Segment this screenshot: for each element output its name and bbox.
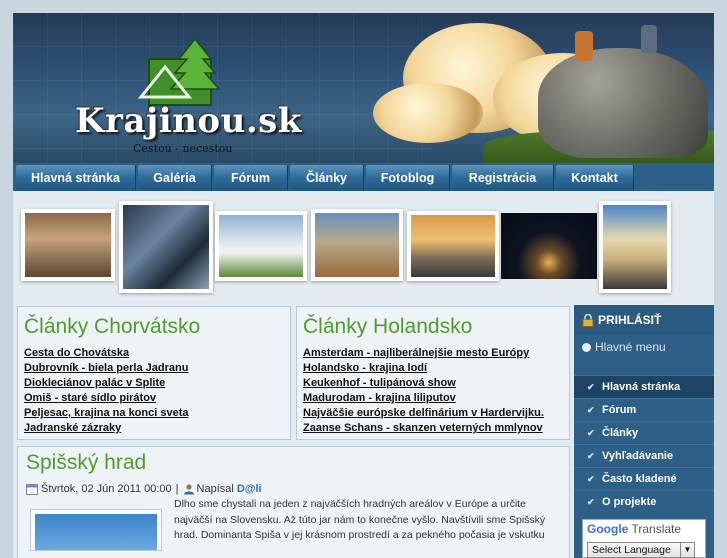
bullet-icon bbox=[582, 343, 591, 352]
sidebar-item-search[interactable]: ✔ Vyhľadávanie bbox=[574, 444, 714, 467]
sidebar-item-label: O projekte bbox=[602, 496, 657, 508]
article-box: Spišský hrad Štvrtok, 02 Jún 2011 00:00 … bbox=[17, 446, 570, 558]
check-icon: ✔ bbox=[587, 474, 595, 484]
photo-thumb[interactable] bbox=[599, 201, 671, 293]
article-text: Dlho sme chystali na jeden z najväčších … bbox=[174, 497, 546, 544]
holland-box-title: Články Holandsko bbox=[303, 315, 473, 338]
holland-link[interactable]: Madurodam - krajina liliputov bbox=[303, 391, 544, 406]
header-person bbox=[575, 31, 593, 61]
holland-articles-box: Články Holandsko Amsterdam - najliberáln… bbox=[296, 306, 570, 440]
check-icon: ✔ bbox=[587, 405, 595, 415]
sidebar-item-label: Články bbox=[602, 427, 639, 439]
croatia-box-title: Články Chorvátsko bbox=[24, 315, 201, 338]
posted-by-label: Napísal bbox=[196, 483, 234, 495]
google-translate-logo: Google Translate bbox=[587, 522, 681, 536]
croatia-link[interactable]: Omiš - staré sídlo pirátov bbox=[24, 391, 188, 406]
nav-item-articles[interactable]: Články bbox=[290, 165, 364, 191]
language-select[interactable]: Select Language ▼ bbox=[587, 542, 695, 558]
header-rock bbox=[538, 48, 708, 158]
site-header: Krajinou.sk Cestou - necestou bbox=[13, 13, 714, 163]
nav-item-forum[interactable]: Fórum bbox=[214, 165, 288, 191]
sidebar-item-label: Hlavná stránka bbox=[602, 381, 681, 393]
header-cloud bbox=[373, 83, 483, 143]
check-icon: ✔ bbox=[587, 497, 595, 507]
check-icon: ✔ bbox=[587, 428, 595, 438]
login-label: PRIHLÁSIŤ bbox=[598, 313, 662, 327]
main-menu-label: Hlavné menu bbox=[595, 340, 666, 354]
main-menu-title: Hlavné menu bbox=[574, 335, 714, 359]
holland-link[interactable]: Najväčšie európske delfinárium v Harderv… bbox=[303, 406, 544, 421]
sidebar-item-label: Fórum bbox=[602, 404, 637, 416]
photo-thumb[interactable] bbox=[311, 209, 403, 281]
check-icon: ✔ bbox=[587, 382, 595, 392]
article-text-line: hrad. Dominanta Spiša v jej krásnom pros… bbox=[174, 529, 545, 541]
logo-subtitle: Cestou - necestou bbox=[133, 142, 233, 155]
sidebar: PRIHLÁSIŤ Hlavné menu ✔ Hlavná stránka ✔… bbox=[574, 305, 714, 558]
croatia-link[interactable]: Peljesac, krajina na konci sveta bbox=[24, 406, 188, 421]
article-title[interactable]: Spišský hrad bbox=[26, 451, 146, 475]
article-text-line: najväčší na Slovensku. Až túto jar nám t… bbox=[174, 513, 546, 526]
photo-thumb[interactable] bbox=[119, 201, 213, 293]
sidebar-item-forum[interactable]: ✔ Fórum bbox=[574, 398, 714, 421]
croatia-link-list: Cesta do Chovátska Dubrovník - biela per… bbox=[24, 346, 188, 436]
sidebar-item-home[interactable]: ✔ Hlavná stránka bbox=[574, 375, 714, 398]
google-translate-widget: Google Translate Select Language ▼ bbox=[582, 519, 706, 558]
meta-separator: | bbox=[175, 483, 179, 495]
lock-icon bbox=[582, 314, 594, 327]
sidebar-item-label: Často kladené bbox=[602, 473, 677, 485]
photo-thumb[interactable] bbox=[215, 211, 307, 281]
check-icon: ✔ bbox=[587, 451, 595, 461]
holland-link-list: Amsterdam - najliberálnejšie mesto Európ… bbox=[303, 346, 544, 436]
photo-thumb[interactable] bbox=[21, 209, 115, 281]
header-person bbox=[641, 25, 657, 53]
calendar-icon bbox=[26, 484, 38, 495]
photo-thumb[interactable] bbox=[501, 213, 597, 279]
croatia-link[interactable]: Jadranské zázraky bbox=[24, 421, 188, 436]
croatia-articles-box: Články Chorvátsko Cesta do Chovátska Dub… bbox=[17, 306, 291, 440]
sidebar-item-label: Vyhľadávanie bbox=[602, 450, 674, 462]
logo-title[interactable]: Krajinou.sk bbox=[75, 101, 302, 141]
nav-item-contact[interactable]: Kontakt bbox=[556, 165, 634, 191]
holland-link[interactable]: Zaanse Schans - skanzen veterných mmlyno… bbox=[303, 421, 544, 436]
translate-label: Translate bbox=[631, 522, 682, 536]
article-meta: Štvrtok, 02 Jún 2011 00:00 | Napísal D@l… bbox=[26, 483, 262, 495]
sidebar-item-articles[interactable]: ✔ Články bbox=[574, 421, 714, 444]
photo-thumb[interactable] bbox=[407, 211, 499, 281]
nav-item-gallery[interactable]: Galéria bbox=[138, 165, 212, 191]
article-text-line: Dlho sme chystali na jeden z najväčších … bbox=[174, 498, 526, 510]
nav-item-registration[interactable]: Registrácia bbox=[452, 165, 554, 191]
main-nav: Hlavná stránka Galéria Fórum Články Foto… bbox=[13, 163, 714, 191]
holland-link[interactable]: Holandsko - krajina lodí bbox=[303, 361, 544, 376]
page: Krajinou.sk Cestou - necestou Hlavná str… bbox=[13, 13, 714, 558]
holland-link[interactable]: Amsterdam - najliberálnejšie mesto Európ… bbox=[303, 346, 544, 361]
chevron-down-icon: ▼ bbox=[680, 543, 694, 557]
language-select-value: Select Language bbox=[592, 544, 671, 556]
nav-item-home[interactable]: Hlavná stránka bbox=[16, 165, 136, 191]
croatia-link[interactable]: Cesta do Chovátska bbox=[24, 346, 188, 361]
croatia-link[interactable]: Diokleciánov palác v Splite bbox=[24, 376, 188, 391]
croatia-link[interactable]: Dubrovník - biela perla Jadranu bbox=[24, 361, 188, 376]
google-logo-text: Google bbox=[587, 522, 629, 536]
login-header[interactable]: PRIHLÁSIŤ bbox=[574, 305, 714, 335]
logo-tree-icon bbox=[137, 37, 221, 106]
user-icon bbox=[183, 484, 194, 495]
sidebar-item-about[interactable]: ✔ O projekte bbox=[574, 490, 714, 513]
nav-item-photoblog[interactable]: Fotoblog bbox=[366, 165, 450, 191]
sidebar-item-faq[interactable]: ✔ Často kladené bbox=[574, 467, 714, 490]
holland-link[interactable]: Keukenhof - tulipánová show bbox=[303, 376, 544, 391]
article-author[interactable]: D@li bbox=[237, 483, 262, 495]
article-date: Štvrtok, 02 Jún 2011 00:00 bbox=[41, 483, 172, 495]
photo-strip bbox=[13, 191, 714, 303]
